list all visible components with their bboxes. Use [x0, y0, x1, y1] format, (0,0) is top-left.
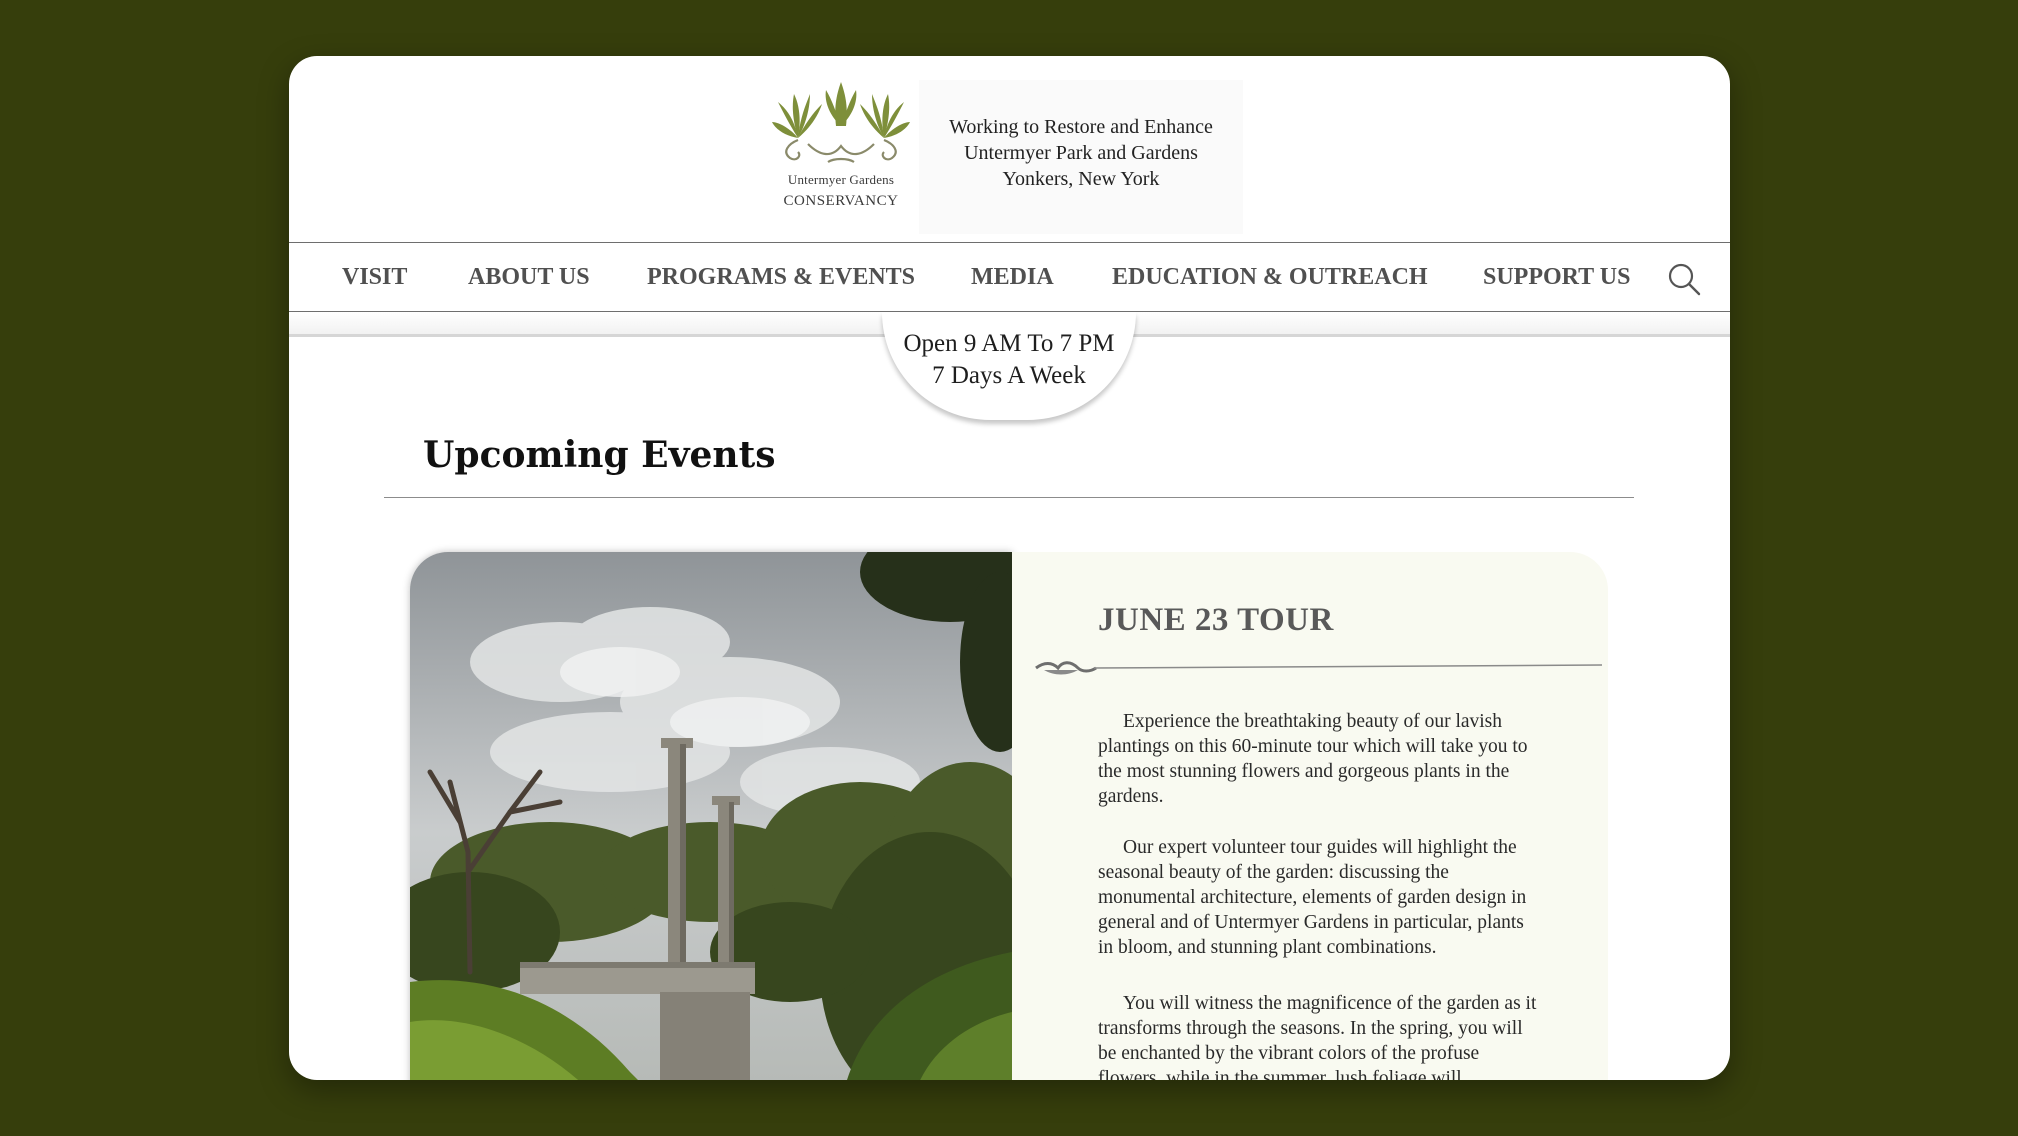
nav-visit[interactable]: VISIT: [342, 243, 407, 311]
event-photo: [410, 552, 1012, 1080]
tagline-box: Working to Restore and Enhance Untermyer…: [919, 80, 1243, 234]
tagline-line-3: Yonkers, New York: [1002, 168, 1160, 190]
nav-education-outreach[interactable]: EDUCATION & OUTREACH: [1112, 243, 1428, 311]
site-header: Untermyer Gardens Conservancy Working to…: [289, 56, 1730, 242]
event-info-panel: JUNE 23 TOUR Experience the breathtaking…: [1012, 552, 1608, 1080]
palmette-logo-icon: [772, 82, 910, 163]
nav-media[interactable]: MEDIA: [971, 243, 1054, 311]
section-title: Upcoming Events: [423, 434, 776, 476]
main-nav: VISIT ABOUT US PROGRAMS & EVENTS MEDIA E…: [289, 242, 1730, 312]
garden-ruins-image: [410, 552, 1012, 1080]
logo-text-conservancy: Conservancy: [783, 193, 899, 209]
section-divider: [384, 497, 1634, 498]
event-title[interactable]: JUNE 23 TOUR: [1098, 602, 1334, 639]
nav-programs-events[interactable]: PROGRAMS & EVENTS: [647, 243, 915, 311]
hours-line-2: 7 Days A Week: [932, 362, 1086, 389]
nav-support-us[interactable]: SUPPORT US: [1483, 243, 1630, 311]
hours-line-1: Open 9 AM To 7 PM: [903, 330, 1115, 357]
nav-about-us[interactable]: ABOUT US: [468, 243, 590, 311]
opening-hours-badge: Open 9 AM To 7 PM 7 Days A Week: [882, 312, 1136, 420]
event-paragraph-3: You will witness the magnificence of the…: [1098, 993, 1537, 1080]
search-icon[interactable]: [1667, 262, 1701, 296]
event-card[interactable]: JUNE 23 TOUR Experience the breathtaking…: [410, 552, 1608, 1080]
conservancy-logo[interactable]: Untermyer Gardens Conservancy: [768, 78, 914, 228]
event-paragraph-2: Our expert volunteer tour guides will hi…: [1098, 837, 1527, 958]
tagline-line-1: Working to Restore and Enhance: [949, 116, 1213, 138]
logo-text-name: Untermyer Gardens: [787, 172, 895, 187]
tagline-line-2: Untermyer Park and Gardens: [964, 142, 1198, 164]
event-paragraph-1: Experience the breathtaking beauty of ou…: [1098, 711, 1528, 807]
flourish-divider-icon: [1035, 661, 1603, 675]
browser-window: Untermyer Gardens Conservancy Working to…: [289, 56, 1730, 1080]
